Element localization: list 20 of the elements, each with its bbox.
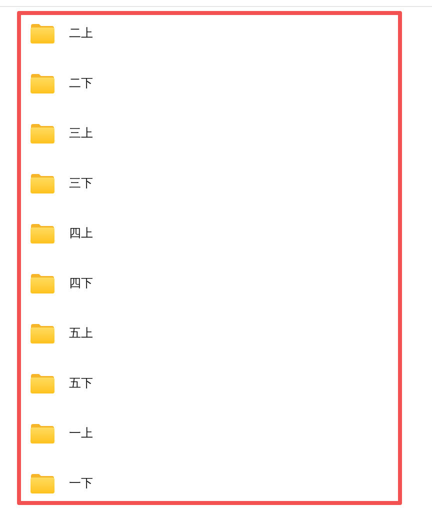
folder-icon <box>30 472 55 494</box>
folder-icon <box>30 222 55 244</box>
folder-icon <box>30 372 55 394</box>
folder-name[interactable]: 四上 <box>69 226 93 240</box>
folder-icon <box>30 422 55 444</box>
folder-icon <box>30 172 55 194</box>
folder-icon <box>30 272 55 294</box>
folder-icon <box>30 72 55 94</box>
folder-name[interactable]: 一上 <box>69 426 93 440</box>
folder-name[interactable]: 一下 <box>69 476 93 490</box>
folder-name[interactable]: 二下 <box>69 76 93 90</box>
folder-name[interactable]: 三上 <box>69 126 93 140</box>
folder-name[interactable]: 五下 <box>69 376 93 390</box>
folder-name[interactable]: 三下 <box>69 176 93 190</box>
folder-name[interactable]: 五上 <box>69 326 93 340</box>
folder-name[interactable]: 二上 <box>69 26 93 40</box>
folder-icon <box>30 122 55 144</box>
folder-name[interactable]: 四下 <box>69 276 93 290</box>
folder-icon <box>30 22 55 44</box>
folder-icon <box>30 322 55 344</box>
